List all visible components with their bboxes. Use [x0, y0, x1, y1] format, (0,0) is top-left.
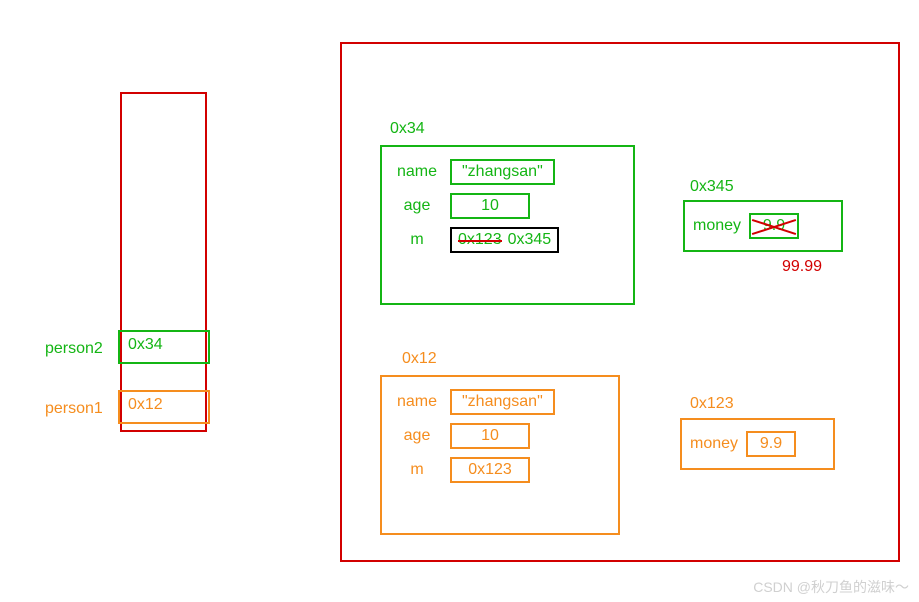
obj34-box: name "zhangsan" age 10 m 0x123 0x345 — [380, 145, 635, 305]
money123-address: 0x123 — [690, 395, 734, 413]
obj12-name-value: "zhangsan" — [450, 389, 555, 415]
obj34-m-label: m — [392, 231, 442, 249]
cross-icon — [751, 215, 797, 237]
money345-address: 0x345 — [690, 178, 734, 196]
obj34-m-box: 0x123 0x345 — [450, 227, 559, 253]
obj34-m-old: 0x123 — [458, 231, 502, 249]
person1-value: 0x12 — [128, 396, 163, 413]
money123-value: 9.9 — [746, 431, 796, 457]
obj12-box: name "zhangsan" age 10 m 0x123 — [380, 375, 620, 535]
obj34-name-value: "zhangsan" — [450, 159, 555, 185]
person2-box: 0x34 — [118, 330, 210, 364]
money345-box: money 9.9 — [683, 200, 843, 252]
stack-box — [120, 92, 207, 432]
obj34-age-value: 10 — [450, 193, 530, 219]
obj12-age-label: age — [392, 427, 442, 445]
obj12-m-value: 0x123 — [450, 457, 530, 483]
person1-box: 0x12 — [118, 390, 210, 424]
obj34-m-new: 0x345 — [508, 231, 552, 249]
person2-label: person2 — [45, 340, 103, 358]
obj12-name-label: name — [392, 393, 442, 411]
obj12-age-value: 10 — [450, 423, 530, 449]
obj34-address: 0x34 — [390, 120, 425, 138]
money123-box: money 9.9 — [680, 418, 835, 470]
person2-value: 0x34 — [128, 336, 163, 353]
obj34-age-label: age — [392, 197, 442, 215]
money123-label: money — [690, 435, 738, 453]
money345-old-box: 9.9 — [749, 213, 799, 239]
person1-label: person1 — [45, 400, 103, 418]
obj12-m-label: m — [392, 461, 442, 479]
watermark: CSDN @秋刀鱼的滋味～ — [753, 577, 909, 597]
money345-new: 99.99 — [782, 258, 822, 276]
obj12-address: 0x12 — [402, 350, 437, 368]
obj34-name-label: name — [392, 163, 442, 181]
money345-label: money — [693, 217, 741, 235]
